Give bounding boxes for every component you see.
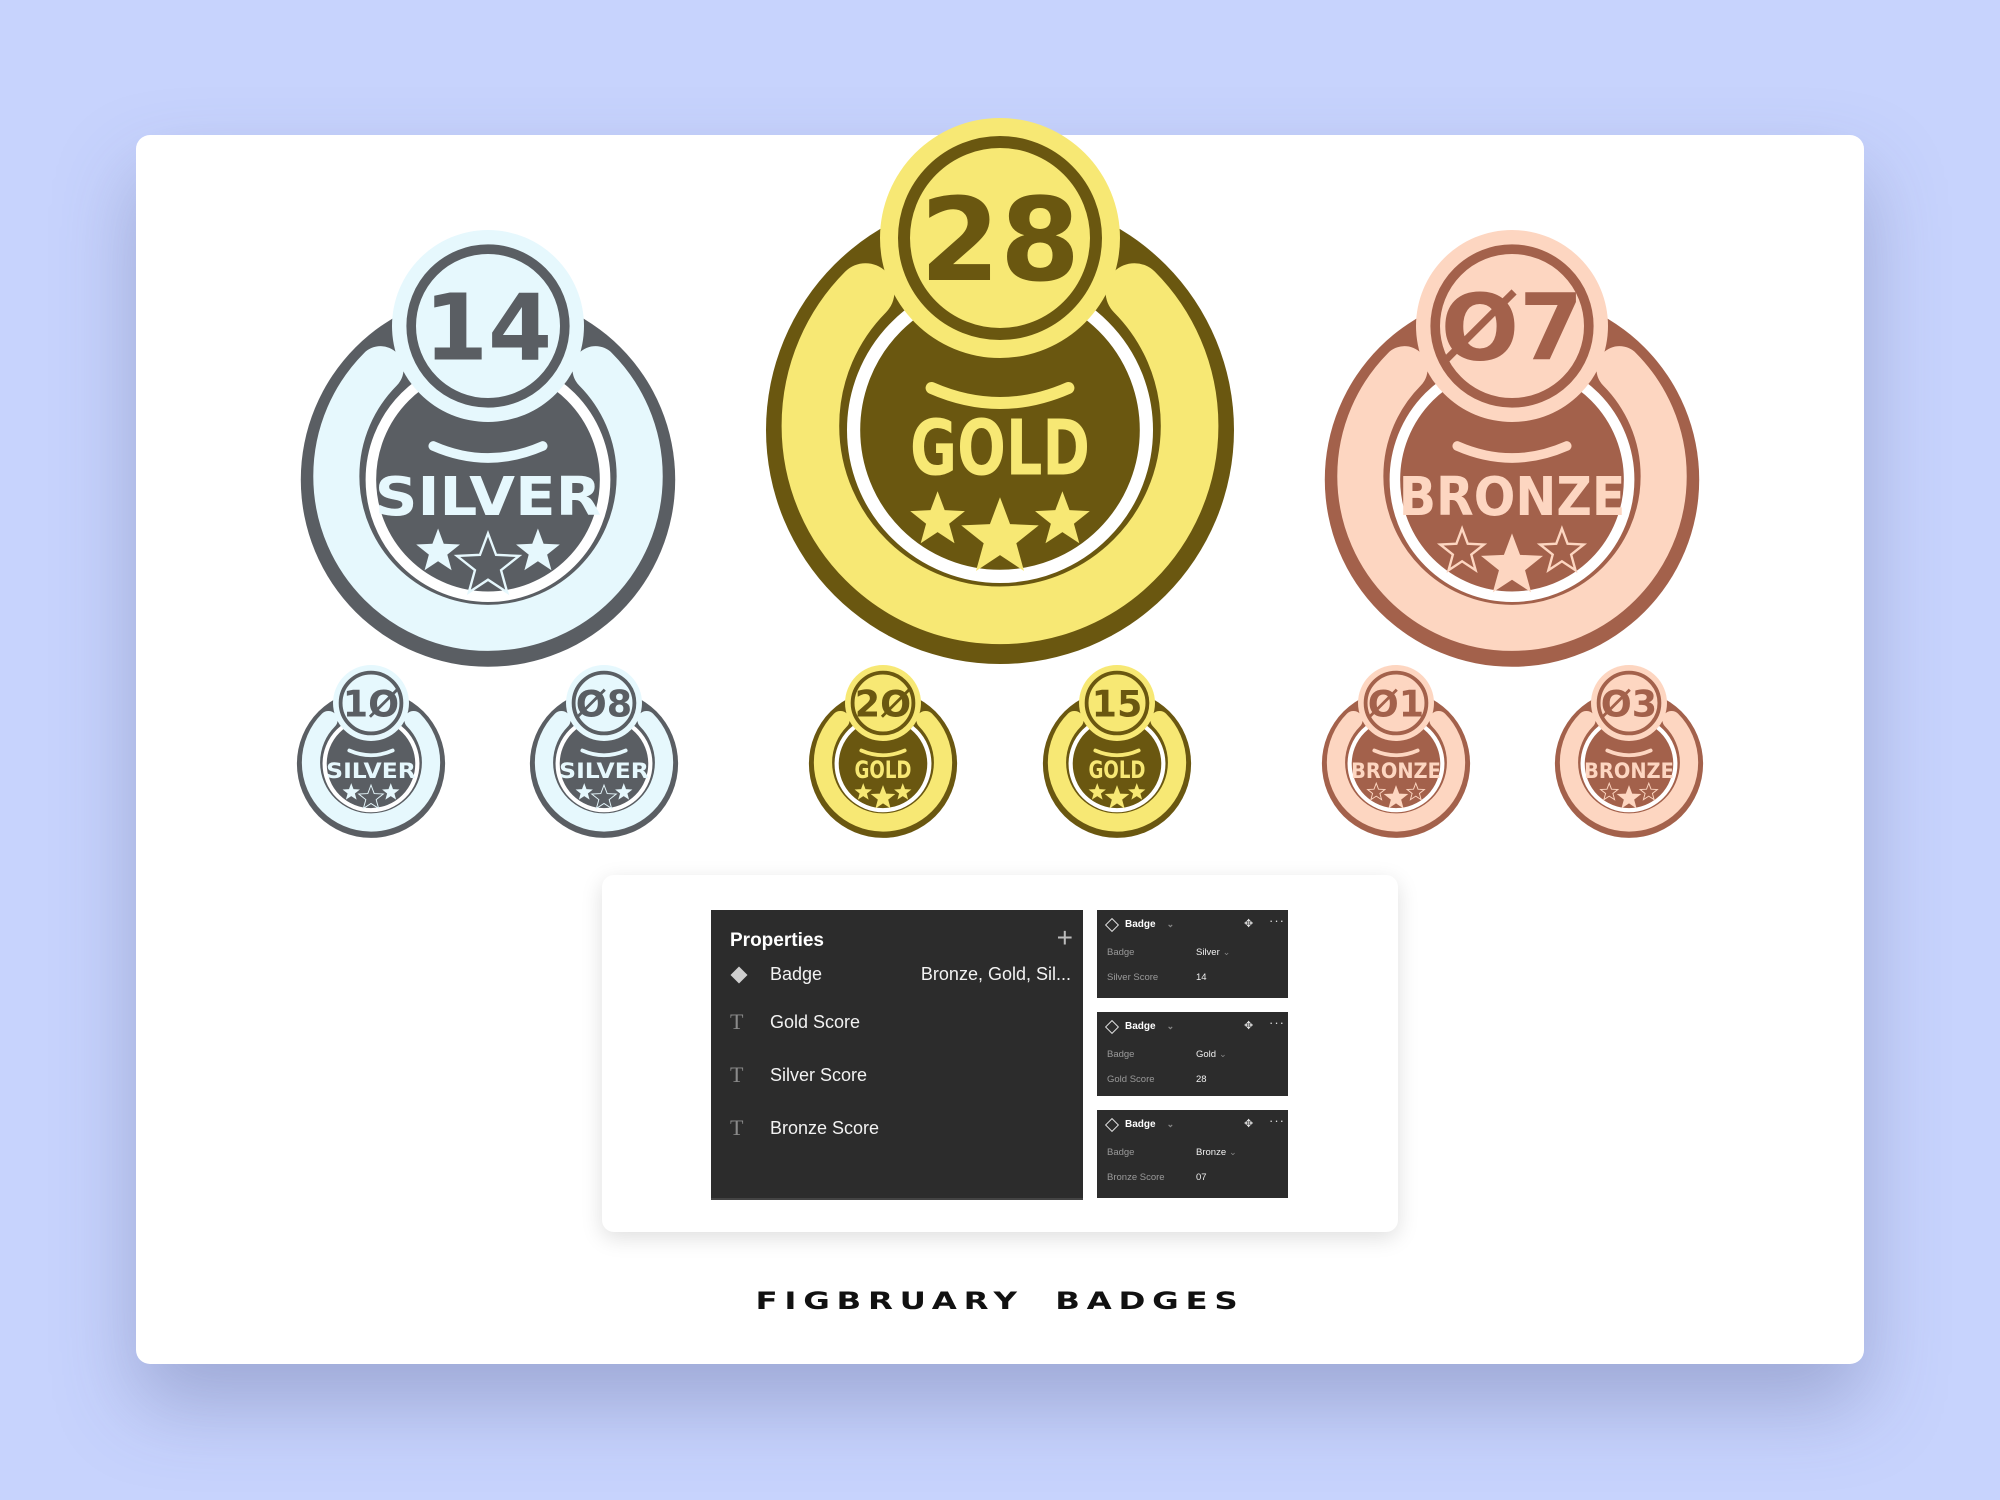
- properties-title: Properties: [730, 930, 824, 951]
- badge-large-bronze: Ø7 BRONZE: [1320, 225, 1704, 667]
- tier-label: GOLD: [910, 404, 1090, 493]
- instance-name[interactable]: Badge: [1125, 1021, 1156, 1032]
- chevron-down-icon[interactable]: ⌄: [1167, 1119, 1175, 1130]
- score-label: Gold Score: [1107, 1074, 1155, 1085]
- move-icon[interactable]: ✥: [1244, 1117, 1253, 1130]
- badge-small-bronze-03: Ø3 BRONZE: [1553, 663, 1705, 838]
- score-text: Ø3: [1601, 682, 1657, 725]
- tier-label: SILVER: [375, 465, 602, 528]
- score-text: 15: [1092, 682, 1143, 725]
- tier-label: GOLD: [1089, 755, 1146, 784]
- variant-value: Gold: [1196, 1049, 1217, 1060]
- more-icon[interactable]: ···: [1269, 1015, 1285, 1030]
- score-text: Ø8: [576, 682, 632, 725]
- property-value: Bronze, Gold, Sil...: [920, 963, 1071, 984]
- instance-panel-gold: Badge ⌄ ✥ ··· Badge Gold ⌄ Gold Score 28: [1097, 1012, 1288, 1096]
- instance-panel-bronze: Badge ⌄ ✥ ··· Badge Bronze ⌄ Bronze Score 07: [1097, 1110, 1288, 1198]
- score-text: 1Ø: [343, 682, 399, 725]
- badge-large-silver: 14 SILVER: [296, 225, 680, 667]
- variant-diamond-icon: [730, 961, 770, 987]
- variant-select[interactable]: Gold ⌄: [1196, 1049, 1227, 1060]
- score-text: Ø1: [1368, 682, 1424, 725]
- tier-label: GOLD: [855, 755, 912, 784]
- component-instance-icon: [1104, 1019, 1120, 1034]
- variant-select[interactable]: Bronze ⌄: [1196, 1147, 1237, 1158]
- variant-label: Badge: [1107, 947, 1135, 958]
- move-icon[interactable]: ✥: [1244, 1019, 1253, 1032]
- instance-name[interactable]: Badge: [1125, 1119, 1156, 1130]
- tier-label: SILVER: [559, 759, 649, 784]
- property-row-silver-score[interactable]: T Silver Score: [730, 1060, 1071, 1090]
- score-text: 28: [920, 174, 1080, 308]
- component-instance-icon: [1104, 917, 1120, 932]
- variant-label: Badge: [1107, 1049, 1135, 1060]
- tier-label: SILVER: [326, 759, 416, 784]
- tier-label: BRONZE: [1399, 465, 1626, 528]
- chevron-down-icon: ⌄: [1229, 1147, 1237, 1157]
- badge-small-silver-08: Ø8 SILVER: [528, 663, 680, 838]
- variant-value: Silver: [1196, 947, 1220, 958]
- score-text: Ø7: [1441, 274, 1583, 382]
- property-label: Silver Score: [770, 1064, 868, 1085]
- score-label: Silver Score: [1107, 972, 1159, 983]
- plus-icon[interactable]: +: [1057, 924, 1073, 952]
- instance-name[interactable]: Badge: [1125, 919, 1156, 930]
- footer-title: FIGBRUARY BADGES: [755, 1287, 1245, 1315]
- score-label: Bronze Score: [1107, 1172, 1165, 1183]
- property-label: Badge: [770, 963, 823, 984]
- property-row-bronze-score[interactable]: T Bronze Score: [730, 1113, 1071, 1143]
- more-icon[interactable]: ···: [1269, 913, 1285, 928]
- instance-panel-silver: Badge ⌄ ✥ ··· Badge Silver ⌄ Silver Score 14: [1097, 910, 1288, 998]
- variant-value: Bronze: [1196, 1147, 1227, 1158]
- score-input[interactable]: 14: [1196, 972, 1207, 983]
- chevron-down-icon[interactable]: ⌄: [1167, 919, 1175, 930]
- score-text: 2Ø: [855, 682, 911, 725]
- tier-label: BRONZE: [1351, 759, 1441, 784]
- badge-large-gold: 28 GOLD: [760, 112, 1240, 664]
- badge-small-bronze-01: Ø1 BRONZE: [1320, 663, 1472, 838]
- component-instance-icon: [1104, 1117, 1120, 1132]
- text-icon: T: [730, 1062, 744, 1087]
- tier-label: BRONZE: [1584, 759, 1674, 784]
- property-row-gold-score[interactable]: T Gold Score: [730, 1007, 1071, 1037]
- score-input[interactable]: 28: [1196, 1074, 1207, 1085]
- badge-small-gold-20: 2Ø GOLD: [807, 663, 959, 838]
- property-label: Bronze Score: [770, 1117, 880, 1138]
- more-icon[interactable]: ···: [1269, 1113, 1285, 1128]
- chevron-down-icon[interactable]: ⌄: [1167, 1021, 1175, 1032]
- badge-small-gold-15: 15 GOLD: [1041, 663, 1193, 838]
- property-label: Gold Score: [770, 1011, 861, 1032]
- text-icon: T: [730, 1009, 744, 1034]
- chevron-down-icon: ⌄: [1219, 1049, 1227, 1059]
- score-text: 14: [424, 274, 552, 382]
- properties-panel: Properties + Badge Bronze, Gold, Sil... …: [711, 910, 1083, 1200]
- property-row-badge[interactable]: Badge Bronze, Gold, Sil...: [730, 959, 1071, 989]
- variant-label: Badge: [1107, 1147, 1135, 1158]
- badge-small-silver-10: 1Ø SILVER: [295, 663, 447, 838]
- variant-select[interactable]: Silver ⌄: [1196, 947, 1230, 958]
- text-icon: T: [730, 1115, 744, 1140]
- move-icon[interactable]: ✥: [1244, 917, 1253, 930]
- score-input[interactable]: 07: [1196, 1172, 1207, 1183]
- chevron-down-icon: ⌄: [1222, 947, 1231, 957]
